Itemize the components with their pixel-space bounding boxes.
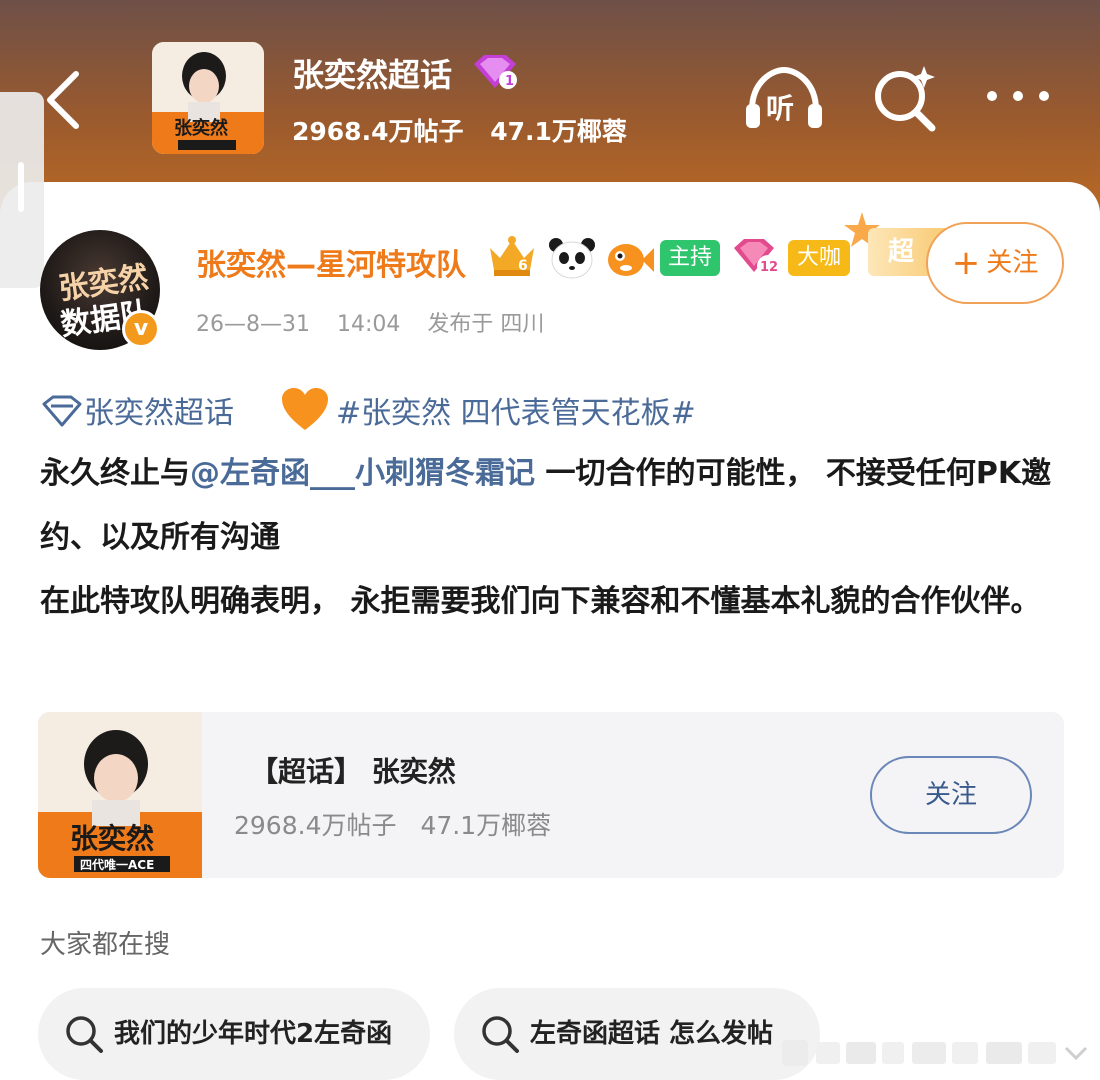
svg-text:四代唯一ACE: 四代唯一ACE xyxy=(80,857,154,872)
svg-text:12: 12 xyxy=(760,260,778,275)
post-body-text: 在此特攻队明确表明， 永拒需要我们向下兼容和不懂基本礼貌的合作伙伴。 xyxy=(40,584,1041,619)
search-suggestion-chip[interactable]: 左奇函超话 怎么发帖 xyxy=(454,988,820,1080)
topic-link[interactable]: 张奕然超话 xyxy=(84,388,234,432)
follow-author-label: 关注 xyxy=(986,248,1039,278)
topic-post-count: 2968.4万帖子 xyxy=(292,117,464,146)
gem-outline-icon xyxy=(42,395,82,427)
headphones-listen-icon[interactable]: 听 xyxy=(742,64,826,134)
topic-avatar-illustration: 张奕然 xyxy=(152,42,264,154)
fish-badge-icon xyxy=(608,244,654,276)
follow-author-button[interactable]: + 关注 xyxy=(926,222,1064,304)
topic-title: 张奕然超话 xyxy=(292,56,453,94)
more-dots-icon[interactable] xyxy=(984,86,1052,106)
search-suggestion-label: 我们的少年时代2左奇函 xyxy=(114,1019,393,1049)
post-body: 永久终止与@左奇函___小刺猬冬霜记 一切合作的可能性， 不接受任何PK邀约、以… xyxy=(40,442,1070,634)
search-suggestion-chip[interactable]: 我们的少年时代2左奇函 xyxy=(38,988,430,1080)
post-date: 26—8—31 xyxy=(196,312,310,337)
svg-text:张奕然: 张奕然 xyxy=(174,117,228,139)
big-shot-tag: 大咖 xyxy=(788,240,850,276)
post-meta: 26—8—31 14:04 发布于 四川 xyxy=(196,306,564,338)
author-name[interactable]: 张奕然—星河特攻队 xyxy=(196,240,466,284)
svg-text:6: 6 xyxy=(518,258,528,274)
gem-level-badge-icon: 12 xyxy=(734,239,779,277)
search-icon[interactable] xyxy=(870,62,940,134)
search-icon xyxy=(66,1016,103,1053)
watermark-image xyxy=(782,1040,1088,1066)
host-tag: 主持 xyxy=(660,240,720,276)
plus-icon: + xyxy=(951,243,981,283)
svg-text:听: 听 xyxy=(766,92,794,125)
topic-card-illustration: 张奕然 四代唯一ACE xyxy=(38,712,202,878)
panda-badge-icon xyxy=(549,238,595,279)
crown-level-badge-icon: 6 xyxy=(490,236,534,276)
search-suggestion-label: 左奇函超话 怎么发帖 xyxy=(530,1019,774,1049)
topic-card[interactable]: 张奕然 四代唯一ACE 【超话】 张奕然 2968.4万帖子 47.1万椰蓉 关… xyxy=(38,712,1064,878)
search-icon xyxy=(482,1016,519,1053)
side-drawer-handle[interactable] xyxy=(0,92,44,288)
topic-gem-level-icon: 1 xyxy=(474,55,517,89)
search-section-title: 大家都在搜 xyxy=(40,930,171,960)
topic-avatar[interactable]: 张奕然 xyxy=(152,42,264,154)
svg-text:1: 1 xyxy=(505,74,514,89)
verified-badge-icon: v xyxy=(122,310,160,348)
orange-heart-icon xyxy=(282,388,328,430)
topic-card-thumbnail: 张奕然 四代唯一ACE xyxy=(38,712,202,878)
topic-stats: 2968.4万帖子 47.1万椰蓉 xyxy=(292,112,645,148)
topic-card-name: 【超话】 张奕然 xyxy=(250,755,456,788)
topic-card-stats: 2968.4万帖子 47.1万椰蓉 xyxy=(234,806,567,842)
topic-card-post-count: 2968.4万帖子 xyxy=(234,811,397,840)
hashtag-link[interactable]: #张奕然 四代表管天花板# xyxy=(336,388,696,432)
drawer-grip[interactable] xyxy=(18,162,24,212)
post-time: 14:04 xyxy=(337,312,401,337)
mention-link[interactable]: @左奇函___小刺猬冬霜记 xyxy=(190,456,535,491)
topic-fan-count: 47.1万椰蓉 xyxy=(490,117,627,146)
svg-text:张奕然: 张奕然 xyxy=(70,822,154,855)
post-body-text: 永久终止与 xyxy=(40,456,190,491)
follow-topic-button[interactable]: 关注 xyxy=(870,756,1032,834)
post-location: 发布于 四川 xyxy=(427,312,545,337)
topic-card-fan-count: 47.1万椰蓉 xyxy=(420,811,552,840)
back-chevron-icon[interactable] xyxy=(40,68,86,132)
